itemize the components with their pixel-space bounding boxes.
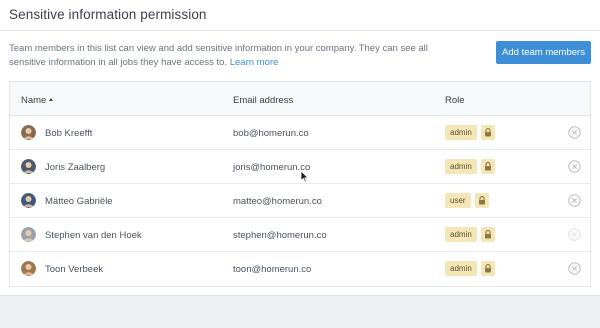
member-name: Mätteo Gabriële [45,196,113,207]
avatar [21,193,36,208]
role-badge: admin [445,159,477,174]
member-email: bob@homerun.co [233,128,309,139]
role-badge: admin [445,261,477,276]
column-header-name-label: Name [21,95,47,106]
lock-icon [475,193,489,208]
lock-icon [481,125,495,140]
avatar [21,159,36,174]
remove-member-icon[interactable] [568,160,581,173]
column-header-role: Role [445,95,465,106]
avatar [21,261,36,276]
avatar [21,227,36,242]
divider [0,30,600,31]
member-email: stephen@homerun.co [233,230,327,241]
column-header-name[interactable]: Name [21,95,54,106]
sensitive-info-panel: Sensitive information permission Team me… [0,0,600,296]
avatar [21,125,36,140]
table-row: Stephen van den Hoek stephen@homerun.co ad… [10,218,590,252]
description-text: Team members in this list can view and a… [9,43,428,68]
table-row: Bob Kreefft bob@homerun.co admin [10,116,590,150]
member-email: matteo@homerun.co [233,196,322,207]
remove-member-icon[interactable] [568,262,581,275]
remove-member-icon[interactable] [568,228,581,241]
lock-icon [481,261,495,276]
panel-description: Team members in this list can view and a… [9,42,439,69]
role-badge: admin [445,125,477,140]
lock-icon [481,159,495,174]
role-badge: user [445,193,471,208]
role-badge: admin [445,227,477,242]
sort-ascending-icon [49,98,54,101]
member-name: Bob Kreefft [45,128,93,139]
column-header-email: Email address [233,95,294,106]
remove-member-icon[interactable] [568,194,581,207]
learn-more-link[interactable]: Learn more [230,57,279,68]
lock-icon [481,227,495,242]
member-email: toon@homerun.co [233,264,312,275]
table-row: Mätteo Gabriële matteo@homerun.co user [10,184,590,218]
members-table: Name Email address Role Bob Kreefft bob@h… [9,81,591,287]
mouse-cursor-icon [300,170,309,183]
member-name: Toon Verbeek [45,264,104,275]
add-team-members-button[interactable]: Add team members [496,41,591,64]
member-name: Joris Zaalberg [45,162,106,173]
member-email: joris@homerun.co [233,162,311,173]
member-name: Stephen van den Hoek [45,230,142,241]
table-header: Name Email address Role [10,82,590,116]
table-row: Toon Verbeek toon@homerun.co admin [10,252,590,286]
panel-title: Sensitive information permission [9,7,207,22]
remove-member-icon[interactable] [568,126,581,139]
